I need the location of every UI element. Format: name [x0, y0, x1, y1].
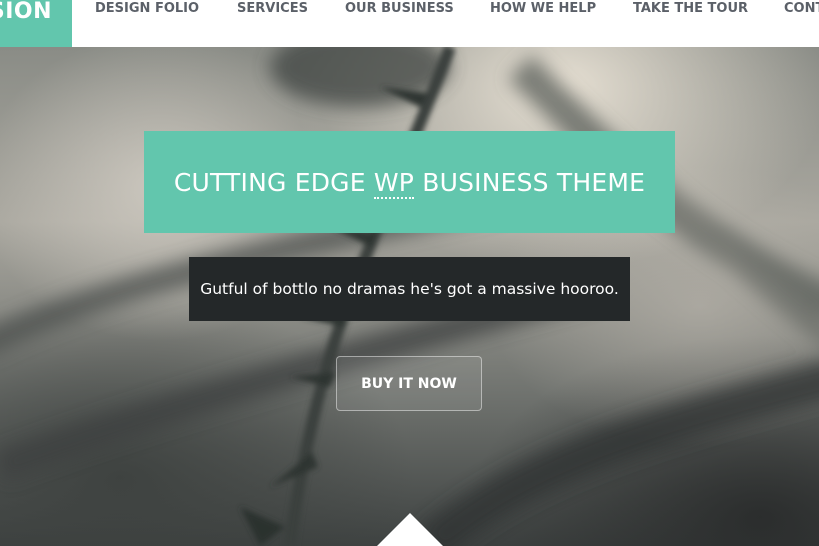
- nav-item-services[interactable]: SERVICES: [237, 0, 308, 17]
- nav-item-contact[interactable]: CONT: [784, 0, 819, 17]
- main-nav: DESIGN FOLIO SERVICES OUR BUSINESS HOW W…: [0, 0, 819, 47]
- headline-text-start: CUTTING EDGE: [173, 167, 374, 197]
- hero-section: CUTTING EDGE WP BUSINESS THEME Gutful of…: [0, 47, 819, 546]
- headline-banner: CUTTING EDGE WP BUSINESS THEME: [144, 131, 675, 233]
- nav-item-how-we-help[interactable]: HOW WE HELP: [490, 0, 596, 17]
- buy-it-now-button[interactable]: BUY IT NOW: [336, 356, 482, 411]
- scroll-down-arrow-icon[interactable]: [377, 513, 443, 546]
- hero-headline: CUTTING EDGE WP BUSINESS THEME: [173, 167, 646, 199]
- nav-item-design-folio[interactable]: DESIGN FOLIO: [95, 0, 199, 17]
- nav-item-take-the-tour[interactable]: TAKE THE TOUR: [633, 0, 748, 17]
- headline-text-end: BUSINESS THEME: [414, 167, 646, 197]
- hero-tagline: Gutful of bottlo no dramas he's got a ma…: [200, 280, 619, 298]
- headline-abbreviation: WP: [373, 167, 415, 199]
- nav-item-our-business[interactable]: OUR BUSINESS: [345, 0, 454, 17]
- site-header: SION DESIGN FOLIO SERVICES OUR BUSINESS …: [0, 0, 819, 47]
- tagline-banner: Gutful of bottlo no dramas he's got a ma…: [189, 257, 630, 321]
